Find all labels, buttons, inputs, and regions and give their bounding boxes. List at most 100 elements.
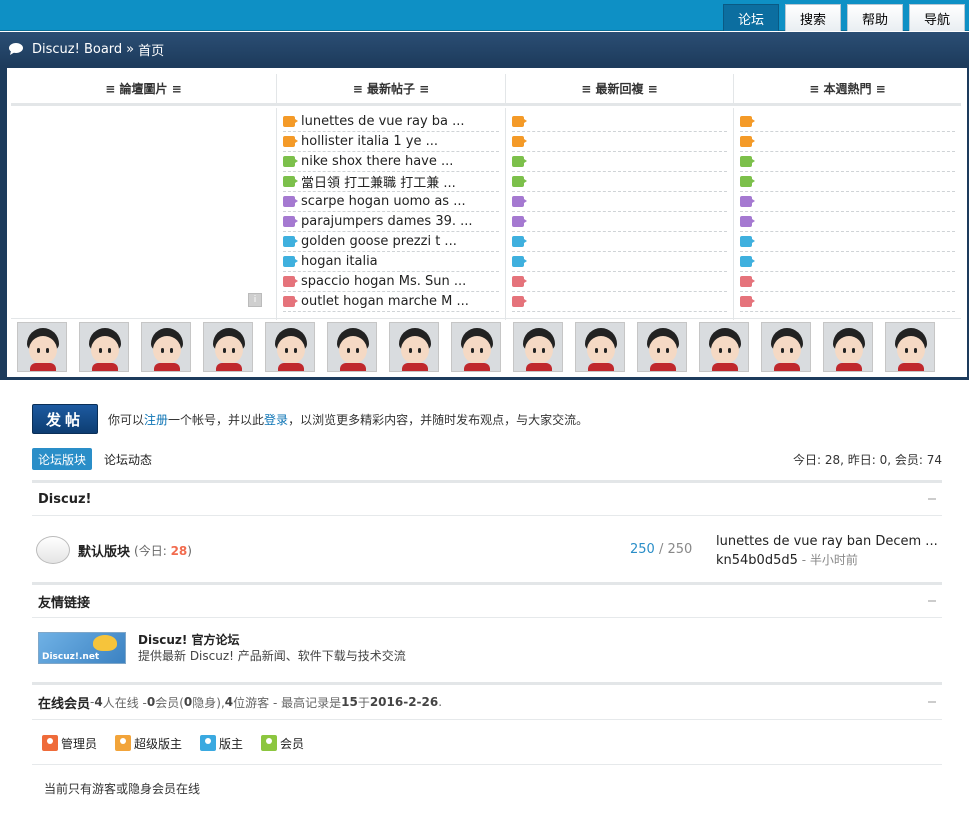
topic-title[interactable]: scarpe hogan uomo as ... (301, 194, 466, 209)
list-item: 8 (512, 252, 727, 272)
list-item: 3 (740, 152, 955, 172)
collapse-icon[interactable] (928, 600, 936, 602)
list-item[interactable]: 1 lunettes de vue ray ba ... (283, 112, 499, 132)
list-item[interactable]: 3 nike shox there have ... (283, 152, 499, 172)
login-link[interactable]: 登录 (264, 413, 288, 427)
list-item: 5 (740, 192, 955, 212)
category-header: Discuz! (32, 480, 942, 516)
rank-badge-icon: 10 (283, 296, 298, 307)
user-group-icon (261, 735, 278, 751)
collapse-icon[interactable] (928, 498, 936, 500)
avatar[interactable] (389, 322, 439, 372)
avatar[interactable] (513, 322, 563, 372)
links-header: 友情链接 (32, 582, 942, 618)
collapse-icon[interactable] (928, 701, 936, 703)
avatar[interactable] (575, 322, 625, 372)
breadcrumb-current: 首页 (138, 43, 165, 59)
header-weekly-hot: ≡ 本週熱門 ≡ (809, 82, 886, 96)
rank-badge-icon: 5 (740, 196, 755, 207)
online-note: 当前只有游客或隐身会员在线 (44, 782, 201, 796)
breadcrumb-site[interactable]: Discuz! Board (32, 42, 122, 57)
hidden-count: 0 (183, 695, 193, 709)
rank-badge-icon: 1 (283, 116, 298, 127)
last-post-time: - 半小时前 (797, 553, 858, 567)
topic-title[interactable]: hogan italia (301, 254, 378, 269)
rank-badge-icon: 10 (512, 296, 527, 307)
list-item: 6 (512, 212, 727, 232)
list-item[interactable]: 5 scarpe hogan uomo as ... (283, 192, 499, 212)
topic-title[interactable]: 當日領 打工兼職 打工兼 ... (301, 172, 456, 191)
links-title: 友情链接 (38, 595, 91, 611)
avatar[interactable] (637, 322, 687, 372)
register-link[interactable]: 注册 (144, 413, 168, 427)
avatar[interactable] (141, 322, 191, 372)
list-item[interactable]: 4 當日領 打工兼職 打工兼 ... (283, 172, 499, 192)
rank-badge-icon: 1 (512, 116, 527, 127)
breadcrumb-separator: » (126, 41, 135, 57)
list-item[interactable]: 9 spaccio hogan Ms. Sun ... (283, 272, 499, 292)
image-thumb[interactable]: i (248, 293, 262, 307)
header-latest-replies: ≡ 最新回複 ≡ (506, 74, 734, 103)
guest-msg-mid: 一个帐号，并以此 (168, 412, 265, 427)
record-count: 15 (341, 695, 358, 709)
rank-badge-icon: 3 (283, 156, 298, 167)
rank-badge-icon: 6 (283, 216, 298, 227)
legend-label: 管理员 (61, 736, 98, 751)
guest-message: 你可以注册一个帐号，并以此登录，以浏览更多精彩内容，并随时发布观点，与大家交流。 (108, 411, 588, 428)
nav-help[interactable]: 帮助 (846, 4, 903, 31)
avatar[interactable] (885, 322, 935, 372)
legend-item: 管理员 (42, 735, 97, 752)
rank-badge-icon: 6 (740, 216, 755, 227)
avatar[interactable] (823, 322, 873, 372)
avatar[interactable] (79, 322, 129, 372)
link-title[interactable]: Discuz! 官方论坛 (138, 632, 406, 648)
discuz-logo[interactable]: Discuz!.net (38, 632, 126, 664)
topic-title[interactable]: outlet hogan marche M ... (301, 294, 469, 309)
list-item: 7 (740, 232, 955, 252)
rank-badge-icon: 2 (512, 136, 527, 147)
avatar[interactable] (17, 322, 67, 372)
tab-forum-sections[interactable]: 论坛版块 (32, 448, 93, 470)
last-post-user[interactable]: kn54b0d5d5 (716, 553, 798, 568)
avatar[interactable] (203, 322, 253, 372)
tab-forum-activity[interactable]: 论坛动态 (98, 448, 158, 470)
list-item[interactable]: 7 golden goose prezzi t ... (283, 232, 499, 252)
online-header: 在线会员 - 4 人在线 - 0 会员(0 隐身), 4 位游客 - 最高记录是… (32, 682, 942, 720)
nav-search[interactable]: 搜索 (784, 4, 841, 31)
last-post-title[interactable]: lunettes de vue ray ban Decem ... (716, 532, 938, 551)
nav-forum[interactable]: 论坛 (722, 4, 779, 31)
avatar[interactable] (265, 322, 315, 372)
list-item: 1 (740, 112, 955, 132)
rank-badge-icon: 2 (740, 136, 755, 147)
record-date: 2016-2-26 (369, 695, 439, 709)
list-item[interactable]: 10 outlet hogan marche M ... (283, 292, 499, 312)
topic-title[interactable]: hollister italia 1 ye ... (301, 134, 438, 149)
avatar[interactable] (699, 322, 749, 372)
forum-tabs: 论坛版块 论坛动态 今日: 28, 昨日: 0, 会员: 74 (32, 447, 942, 471)
divider (32, 764, 942, 765)
list-item[interactable]: 8 hogan italia (283, 252, 499, 272)
topic-title[interactable]: spaccio hogan Ms. Sun ... (301, 274, 466, 289)
legend-label: 会员 (280, 736, 305, 751)
forum-name[interactable]: 默认版块 (78, 541, 130, 560)
topic-title[interactable]: nike shox there have ... (301, 154, 453, 169)
forum-today-count: 28 (170, 543, 188, 558)
topic-title[interactable]: parajumpers dames 39. ... (301, 214, 473, 229)
list-item: 3 (512, 152, 727, 172)
nav-guide[interactable]: 导航 (908, 4, 965, 31)
avatar[interactable] (761, 322, 811, 372)
avatar[interactable] (451, 322, 501, 372)
avatar[interactable] (327, 322, 377, 372)
topic-title[interactable]: lunettes de vue ray ba ... (301, 114, 465, 129)
rank-badge-icon: 4 (740, 176, 755, 187)
list-item[interactable]: 2 hollister italia 1 ye ... (283, 132, 499, 152)
category-title[interactable]: Discuz! (38, 492, 91, 507)
list-item[interactable]: 6 parajumpers dames 39. ... (283, 212, 499, 232)
chat-bubble-icon (9, 43, 23, 55)
new-post-button[interactable]: 发帖 (32, 404, 98, 434)
portal-panel: ≡ 論壇圖片 ≡ ≡ 最新帖子 ≡ ≡ 最新回複 ≡ ≡ 本週熱門 ≡ i 1l… (7, 68, 967, 377)
list-item: 9 (740, 272, 955, 292)
topic-title[interactable]: golden goose prezzi t ... (301, 234, 457, 249)
rank-badge-icon: 8 (512, 256, 527, 267)
user-group-icon (200, 735, 217, 751)
